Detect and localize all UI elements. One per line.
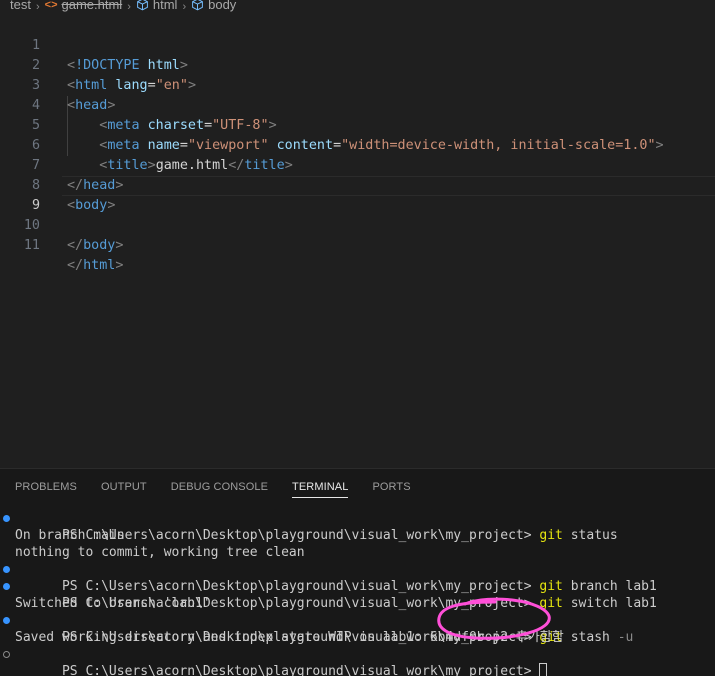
breadcrumb-folder[interactable]: test [10,0,31,12]
cube-icon [136,0,149,12]
cube-icon [191,0,204,12]
code-line[interactable]: 1 <!DOCTYPE html> [0,16,715,73]
current-line-highlight [62,176,715,196]
tab-problems[interactable]: PROBLEMS [15,469,77,503]
command-decoration-icon[interactable] [3,651,10,658]
terminal-line: PS C:\Users\acorn\Desktop\playground\vis… [0,612,715,645]
chevron-right-icon: › [35,1,40,13]
terminal-prompt: PS C:\Users\acorn\Desktop\playground\vis… [61,664,540,676]
html-tag: html [83,258,116,273]
code-line[interactable]: 8 <body> [0,156,715,213]
command-decoration-icon[interactable] [3,583,10,590]
terminal-output: Saved working directory and index state … [15,630,564,645]
terminal-line: PS C:\Users\acorn\Desktop\playground\vis… [0,646,715,676]
terminal-output: On branch main [15,528,125,543]
breadcrumb: test › <> game.html › html › body [0,0,715,14]
code-line[interactable]: 7 </head> [0,136,715,193]
breadcrumb-element-html[interactable]: html [136,0,177,12]
code-line[interactable]: 4 <meta charset="UTF-8"> [0,76,715,133]
breadcrumb-element-body[interactable]: body [191,0,236,12]
code-line[interactable]: 3 <head> [0,56,715,113]
command-decoration-icon[interactable] [3,617,10,624]
terminal-line: PS C:\Users\acorn\Desktop\playground\vis… [0,578,715,611]
annotation-circle [437,597,551,640]
code-line[interactable]: 5 <meta name="viewport" content="width=d… [0,96,715,153]
terminal-output: Switched to branch 'lab1' [15,596,211,611]
breadcrumb-file[interactable]: <> game.html [45,0,123,12]
panel-tabs: PROBLEMS OUTPUT DEBUG CONSOLE TERMINAL P… [0,469,715,503]
chevron-right-icon: › [182,1,187,13]
terminal[interactable]: PS C:\Users\acorn\Desktop\playground\vis… [0,510,715,676]
tab-debug-console[interactable]: DEBUG CONSOLE [171,469,268,503]
code-line[interactable]: 10 </body> [0,196,715,253]
tab-terminal[interactable]: TERMINAL [292,469,349,498]
code-line[interactable]: 2 <html lang="en"> [0,36,715,93]
terminal-cursor [539,663,548,676]
tab-ports[interactable]: PORTS [372,469,410,503]
code-line[interactable]: 6 <title>game.html</title> [0,116,715,173]
html-file-icon: <> [44,0,58,11]
body-tag: body [83,238,116,253]
bottom-panel: PROBLEMS OUTPUT DEBUG CONSOLE TERMINAL P… [0,468,715,676]
code-editor[interactable]: 1 <!DOCTYPE html> 2 <html lang="en"> 3 <… [0,16,715,466]
command-decoration-icon[interactable] [3,566,10,573]
code-line[interactable]: 11 </html> [0,216,715,273]
terminal-line: PS C:\Users\acorn\Desktop\playground\vis… [0,510,715,543]
terminal-output: nothing to commit, working tree clean [15,545,305,560]
command-decoration-icon[interactable] [3,515,10,522]
tab-output[interactable]: OUTPUT [101,469,147,503]
chevron-right-icon: › [127,1,131,13]
line-number: 11 [23,238,40,253]
terminal-line: PS C:\Users\acorn\Desktop\playground\vis… [0,561,715,594]
